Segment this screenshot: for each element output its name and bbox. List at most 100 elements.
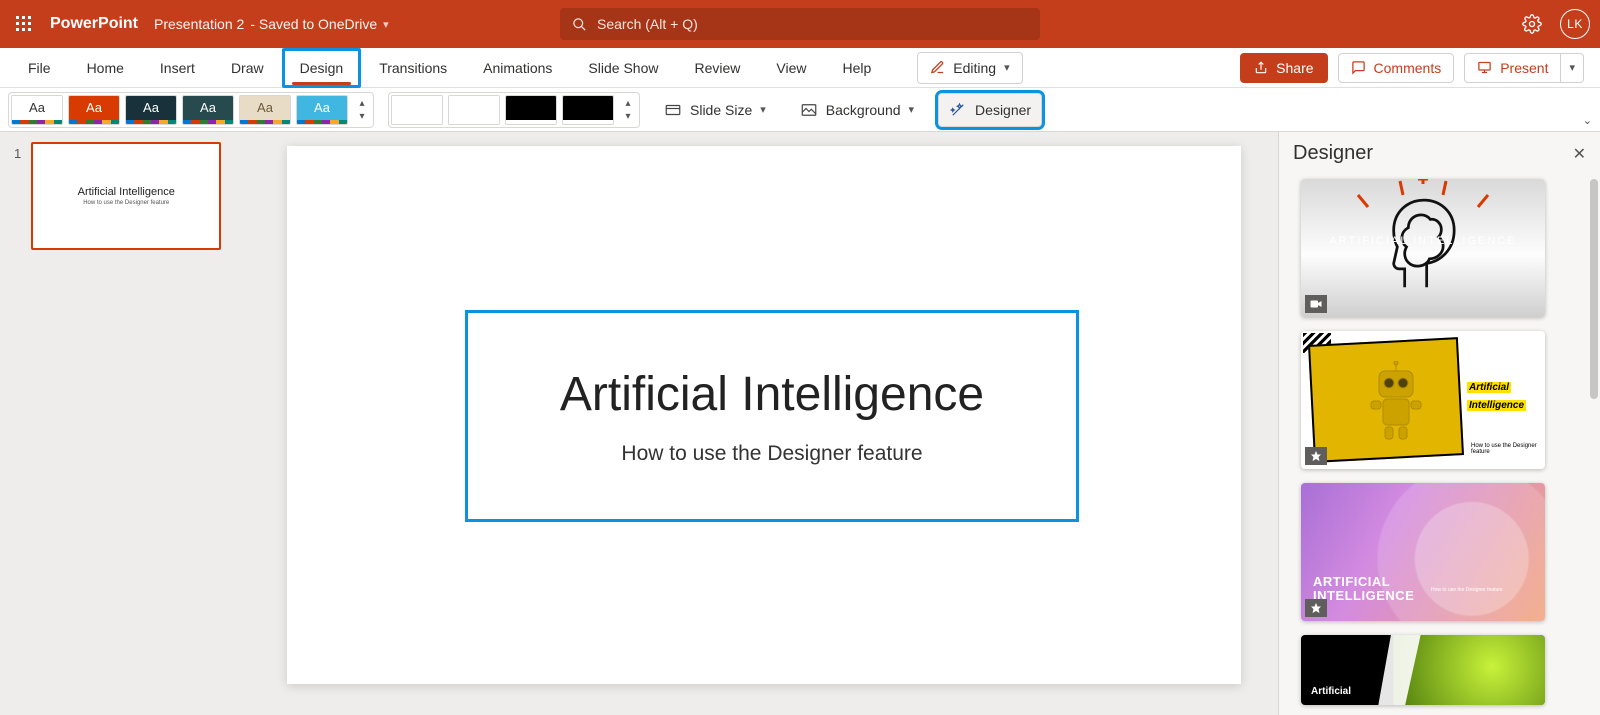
theme-option[interactable]: Aa xyxy=(11,95,63,125)
design-idea[interactable]: ARTIFICIAL INTELLIGENCE How to use the D… xyxy=(1301,483,1545,621)
tab-review[interactable]: Review xyxy=(676,48,758,88)
close-icon[interactable]: ✕ xyxy=(1573,144,1586,164)
star-badge-icon xyxy=(1305,447,1327,465)
gear-icon[interactable] xyxy=(1522,14,1542,34)
slide-canvas-area[interactable]: Artificial Intelligence How to use the D… xyxy=(250,132,1278,715)
tab-label: Animations xyxy=(483,60,552,76)
slide-thumbnail[interactable]: Artificial Intelligence How to use the D… xyxy=(31,142,221,250)
present-dropdown[interactable]: ▾ xyxy=(1561,53,1584,83)
slide-size-label: Slide Size xyxy=(690,102,752,118)
app-launcher-icon[interactable] xyxy=(10,10,38,38)
chevron-up-icon: ▴ xyxy=(625,98,630,109)
variant-option[interactable] xyxy=(391,95,443,125)
background-button[interactable]: Background ▾ xyxy=(790,93,924,127)
theme-letters: Aa xyxy=(257,100,273,115)
tab-draw[interactable]: Draw xyxy=(213,48,282,88)
pane-title: Designer xyxy=(1293,142,1373,165)
document-title: Presentation 2 xyxy=(154,16,244,32)
present-label: Present xyxy=(1500,60,1548,76)
tab-design[interactable]: Design xyxy=(282,48,362,88)
theme-option[interactable]: Aa xyxy=(182,95,234,125)
theme-letters: Aa xyxy=(314,100,330,115)
scrollbar[interactable] xyxy=(1590,179,1598,399)
video-badge-icon xyxy=(1305,295,1327,313)
tab-help[interactable]: Help xyxy=(824,48,889,88)
title-text-box[interactable]: Artificial Intelligence How to use the D… xyxy=(465,310,1079,522)
share-icon xyxy=(1254,61,1268,75)
comments-label: Comments xyxy=(1374,60,1442,76)
search-input[interactable] xyxy=(597,16,1028,32)
ribbon-design: Aa Aa Aa Aa Aa Aa ▴▾ ▴▾ Slide Size ▾ Bac… xyxy=(0,88,1600,132)
design-idea-title-line: Intelligence xyxy=(1467,400,1526,411)
document-name-area[interactable]: Presentation 2 - Saved to OneDrive ▾ xyxy=(154,16,389,32)
chevron-down-icon[interactable]: ▾ xyxy=(383,18,389,31)
present-button[interactable]: Present xyxy=(1464,53,1561,83)
workspace: 1 Artificial Intelligence How to use the… xyxy=(0,132,1600,715)
variant-option[interactable] xyxy=(505,95,557,125)
search-icon xyxy=(572,17,587,32)
slide-size-button[interactable]: Slide Size ▾ xyxy=(654,93,776,127)
theme-letters: Aa xyxy=(200,100,216,115)
designer-label: Designer xyxy=(975,102,1031,118)
tab-label: Review xyxy=(694,60,740,76)
tab-transitions[interactable]: Transitions xyxy=(361,48,465,88)
share-button[interactable]: Share xyxy=(1240,53,1327,83)
chevron-down-icon: ▾ xyxy=(760,103,766,116)
pen-icon xyxy=(930,60,945,75)
tab-animations[interactable]: Animations xyxy=(465,48,570,88)
pane-body[interactable]: ARTIFICIAL INTELLIGENCE xyxy=(1279,171,1600,715)
tab-view[interactable]: View xyxy=(758,48,824,88)
design-idea-title: Artificial xyxy=(1311,686,1351,697)
ribbon-expand-chevron-icon[interactable]: ⌄ xyxy=(1583,114,1592,127)
tab-label: Transitions xyxy=(379,60,447,76)
tab-slide-show[interactable]: Slide Show xyxy=(570,48,676,88)
theme-option[interactable]: Aa xyxy=(68,95,120,125)
app-name: PowerPoint xyxy=(50,15,138,33)
robot-icon xyxy=(1361,361,1431,446)
tab-home[interactable]: Home xyxy=(69,48,142,88)
decorative-blur xyxy=(1394,635,1545,705)
theme-option[interactable]: Aa xyxy=(125,95,177,125)
design-idea[interactable]: Artificial xyxy=(1301,635,1545,705)
variants-gallery: ▴▾ xyxy=(388,92,640,128)
avatar-initials: LK xyxy=(1567,17,1583,31)
background-icon xyxy=(800,101,818,119)
slide-size-icon xyxy=(664,101,682,119)
variant-option[interactable] xyxy=(562,95,614,125)
design-idea-title-line: Artificial xyxy=(1467,382,1511,393)
tab-file[interactable]: File xyxy=(10,48,69,88)
design-idea-subtitle: How to use the Designer feature xyxy=(1431,587,1503,593)
tab-insert[interactable]: Insert xyxy=(142,48,213,88)
designer-button[interactable]: Designer xyxy=(938,93,1042,127)
thumbnail-subtitle: How to use the Designer feature xyxy=(83,200,169,206)
background-label: Background xyxy=(826,102,901,118)
editing-label: Editing xyxy=(953,60,996,76)
tab-label: View xyxy=(776,60,806,76)
variant-option[interactable] xyxy=(448,95,500,125)
avatar[interactable]: LK xyxy=(1560,9,1590,39)
editing-mode-button[interactable]: Editing ▾ xyxy=(917,52,1022,84)
comments-button[interactable]: Comments xyxy=(1338,53,1455,83)
pane-header: Designer ✕ xyxy=(1279,132,1600,171)
theme-letters: Aa xyxy=(29,100,45,115)
save-status: - Saved to OneDrive xyxy=(250,16,377,32)
search-box[interactable] xyxy=(560,8,1040,40)
design-idea[interactable]: Artificial Intelligence How to use the D… xyxy=(1301,331,1545,469)
chevron-up-icon: ▴ xyxy=(359,98,364,109)
design-idea-title: ARTIFICIAL INTELLIGENCE xyxy=(1313,575,1414,603)
tab-label: Help xyxy=(842,60,871,76)
theme-option[interactable]: Aa xyxy=(239,95,291,125)
themes-more-dropdown[interactable]: ▴▾ xyxy=(353,98,371,122)
theme-option[interactable]: Aa xyxy=(296,95,348,125)
tab-label: Insert xyxy=(160,60,195,76)
slide-thumbnail-panel[interactable]: 1 Artificial Intelligence How to use the… xyxy=(0,132,250,715)
theme-letters: Aa xyxy=(143,100,159,115)
tab-label: File xyxy=(28,60,51,76)
designer-pane: Designer ✕ ARTIFICIAL INTEL xyxy=(1278,132,1600,715)
slide[interactable]: Artificial Intelligence How to use the D… xyxy=(287,146,1241,684)
design-idea[interactable]: ARTIFICIAL INTELLIGENCE xyxy=(1301,179,1545,317)
ribbon-tabs: File Home Insert Draw Design Transitions… xyxy=(0,48,1600,88)
variants-more-dropdown[interactable]: ▴▾ xyxy=(619,98,637,122)
thumbnail-title: Artificial Intelligence xyxy=(78,186,175,198)
design-idea-subtitle: How to use the Designer feature xyxy=(1471,443,1537,455)
